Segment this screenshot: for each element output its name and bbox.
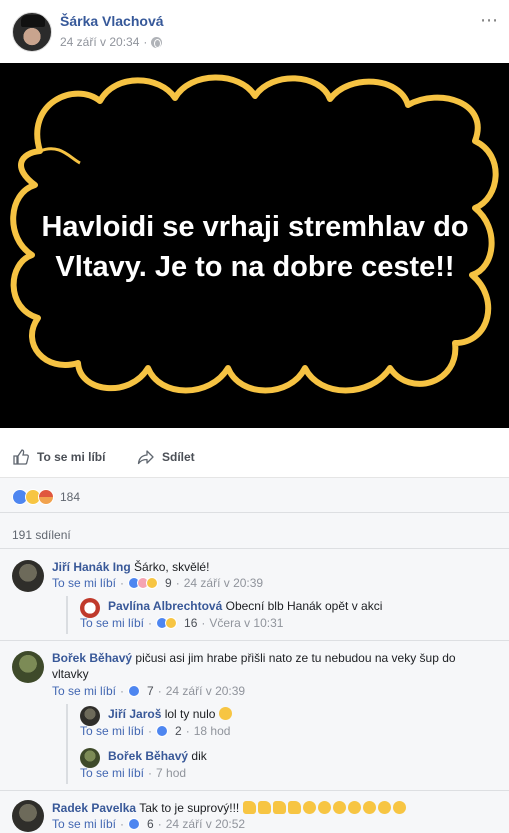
laughing-emoji-icon <box>302 801 316 814</box>
share-arrow-icon <box>137 450 154 465</box>
laughing-emoji-icon <box>392 801 406 814</box>
comment-reactions-count: 9 <box>165 576 172 590</box>
divider <box>0 790 509 791</box>
reactions-summary[interactable]: 184 <box>12 489 80 505</box>
reply-author[interactable]: Bořek Běhavý <box>108 749 188 763</box>
reply-author[interactable]: Pavlína Albrechtová <box>108 599 222 613</box>
reply-avatar[interactable] <box>80 598 100 618</box>
comment-reactions-count: 7 <box>147 684 154 698</box>
reply-text: Obecní blb Hanák opět v akci <box>225 599 383 613</box>
like-button-label: To se mi líbí <box>37 450 106 464</box>
comment-author[interactable]: Radek Pavelka <box>52 801 136 815</box>
comment-text-continued: vltavky <box>52 666 89 682</box>
comment-time[interactable]: 24 září v 20:39 <box>166 684 245 698</box>
comment-footer: To se mi líbí · 7 · 24 září v 20:39 <box>52 684 246 698</box>
post-image[interactable]: Havloidi se vrhaji stremhlav do Vltavy. … <box>0 63 509 428</box>
comment-reactions[interactable] <box>128 577 159 589</box>
divider <box>0 640 509 641</box>
reply-text: dik <box>191 749 207 763</box>
commenter-avatar[interactable] <box>12 560 44 592</box>
share-button-label: Sdílet <box>162 450 195 464</box>
comment-time[interactable]: 24 září v 20:39 <box>184 576 263 590</box>
reply-reactions-count: 2 <box>175 724 182 738</box>
angry-reaction-icon <box>38 489 54 505</box>
reply-time[interactable]: Včera v 10:31 <box>209 616 283 630</box>
comment-text: Tak to je suprový!!! <box>139 801 240 815</box>
comment-footer: To se mi líbí · 6 · 24 září v 20:52 <box>52 817 246 831</box>
reply-footer: To se mi líbí · 16 · Včera v 10:31 <box>80 616 284 630</box>
reply-time[interactable]: 18 hod <box>194 724 231 738</box>
reactions-count: 184 <box>60 490 81 504</box>
laughing-emoji-icon <box>332 801 346 814</box>
divider <box>0 512 509 513</box>
comment-reactions[interactable] <box>128 818 141 830</box>
reply-reactions[interactable] <box>156 725 169 737</box>
comment-footer: To se mi líbí · 9 · 24 září v 20:39 <box>52 576 264 590</box>
post-header: Šárka Vlachová 24 září v 20:34 · ⋯ <box>0 0 509 63</box>
post-author-name[interactable]: Šárka Vlachová <box>60 13 164 29</box>
share-button[interactable]: Sdílet <box>137 448 195 466</box>
comment-reactions-count: 6 <box>147 817 154 831</box>
laughing-emoji-icon <box>362 801 376 814</box>
author-avatar[interactable] <box>12 12 52 52</box>
meta-separator: · <box>143 35 148 49</box>
reply-like-link[interactable]: To se mi líbí <box>80 724 144 738</box>
shares-count[interactable]: 191 sdílení <box>12 528 71 542</box>
comment-text: pičusi asi jim hrabe přišli nato ze tu n… <box>135 651 456 665</box>
reply: Jiří Jaroš lol ty nulo <box>108 706 232 722</box>
reply: Bořek Běhavý dik <box>108 748 207 764</box>
reply-like-link[interactable]: To se mi líbí <box>80 766 144 780</box>
comment-like-link[interactable]: To se mi líbí <box>52 576 116 590</box>
comment: Radek Pavelka Tak to je suprový!!! <box>52 800 406 816</box>
comment-text-line2: vltavky <box>52 667 89 681</box>
post-timestamp[interactable]: 24 září v 20:34 <box>60 35 139 49</box>
post-actions: To se mi líbí Sdílet <box>0 438 509 478</box>
reply-footer: To se mi líbí · 2 · 18 hod <box>80 724 231 738</box>
laughing-emoji-icon <box>347 801 361 814</box>
reply-thread-line <box>66 596 68 634</box>
comment: Jiří Hanák Ing Šárko, skvělé! <box>52 559 209 575</box>
reply-reactions-count: 16 <box>184 616 198 630</box>
reply-like-link[interactable]: To se mi líbí <box>80 616 144 630</box>
reply-footer: To se mi líbí · 7 hod <box>80 766 187 780</box>
thumbs-up-icon <box>13 449 29 465</box>
comment: Bořek Běhavý pičusi asi jim hrabe přišli… <box>52 650 472 666</box>
post-meta: 24 září v 20:34 · <box>60 35 163 49</box>
confused-face-icon <box>218 707 232 720</box>
divider <box>0 548 509 549</box>
thumbs-up-emoji-icon <box>242 801 256 814</box>
reply-thread-line <box>66 704 68 784</box>
globe-icon <box>151 36 163 48</box>
thumbs-up-emoji-icon <box>287 801 301 814</box>
commenter-avatar[interactable] <box>12 800 44 832</box>
thumbs-up-emoji-icon <box>272 801 286 814</box>
comment-like-link[interactable]: To se mi líbí <box>52 817 116 831</box>
reply-reactions[interactable] <box>156 617 178 629</box>
comment-text: Šárko, skvělé! <box>134 560 210 574</box>
comment-author[interactable]: Bořek Běhavý <box>52 651 132 665</box>
reply-text: lol ty nulo <box>164 707 216 721</box>
post-image-text: Havloidi se vrhaji stremhlav do Vltavy. … <box>41 211 469 283</box>
reply-author[interactable]: Jiří Jaroš <box>108 707 161 721</box>
laughing-emoji-icon <box>317 801 331 814</box>
thumbs-up-emoji-icon <box>257 801 271 814</box>
reply-avatar[interactable] <box>80 706 100 726</box>
comment-reactions[interactable] <box>128 685 141 697</box>
comment-author[interactable]: Jiří Hanák Ing <box>52 560 131 574</box>
comment-like-link[interactable]: To se mi líbí <box>52 684 116 698</box>
reply-avatar[interactable] <box>80 748 100 768</box>
reply: Pavlína Albrechtová Obecní blb Hanák opě… <box>108 598 382 614</box>
laughing-emoji-icon <box>377 801 391 814</box>
comment-time[interactable]: 24 září v 20:52 <box>166 817 245 831</box>
commenter-avatar[interactable] <box>12 651 44 683</box>
like-button[interactable]: To se mi líbí <box>12 448 105 466</box>
more-options-icon[interactable]: ⋯ <box>480 10 499 31</box>
emoji-sequence <box>242 801 406 814</box>
reply-time[interactable]: 7 hod <box>156 766 186 780</box>
